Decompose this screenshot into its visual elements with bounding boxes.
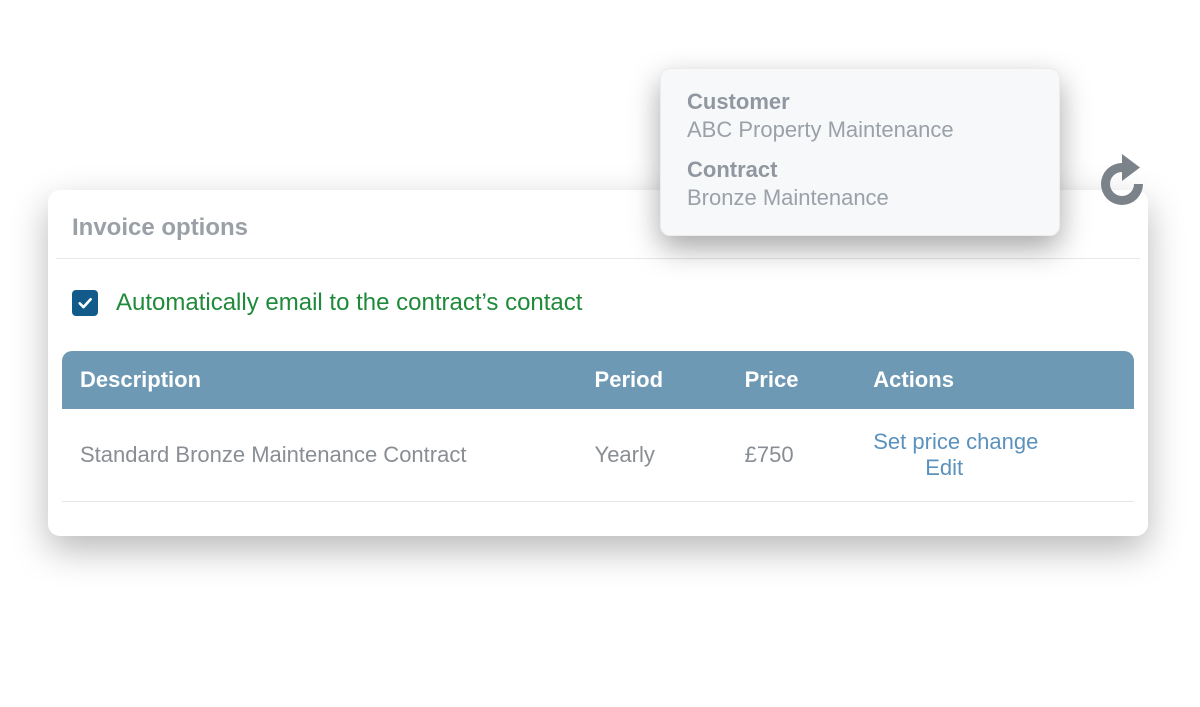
cell-price: £750 — [727, 409, 856, 502]
contract-label: Contract — [687, 157, 1033, 183]
refresh-icon[interactable] — [1086, 148, 1158, 220]
col-period: Period — [577, 351, 727, 409]
customer-label: Customer — [687, 89, 1033, 115]
col-actions: Actions — [855, 351, 1134, 409]
table-header-row: Description Period Price Actions — [62, 351, 1134, 409]
customer-value: ABC Property Maintenance — [687, 117, 1033, 143]
set-price-change-link[interactable]: Set price change — [873, 429, 1038, 454]
cell-actions: Set price change Edit — [855, 409, 1134, 502]
col-description: Description — [62, 351, 577, 409]
table-row: Standard Bronze Maintenance Contract Yea… — [62, 409, 1134, 502]
cell-description: Standard Bronze Maintenance Contract — [62, 409, 577, 502]
check-icon — [76, 294, 94, 312]
auto-email-label: Automatically email to the contract’s co… — [116, 289, 582, 317]
col-price: Price — [727, 351, 856, 409]
invoice-options-panel: Invoice options Automatically email to t… — [48, 190, 1148, 536]
invoice-table: Description Period Price Actions Standar… — [48, 351, 1148, 502]
auto-email-checkbox[interactable] — [72, 290, 98, 316]
contract-value: Bronze Maintenance — [687, 185, 1033, 211]
customer-contract-popover: Customer ABC Property Maintenance Contra… — [660, 68, 1060, 236]
edit-link[interactable]: Edit — [925, 455, 963, 480]
auto-email-option: Automatically email to the contract’s co… — [48, 259, 1148, 351]
cell-period: Yearly — [577, 409, 727, 502]
